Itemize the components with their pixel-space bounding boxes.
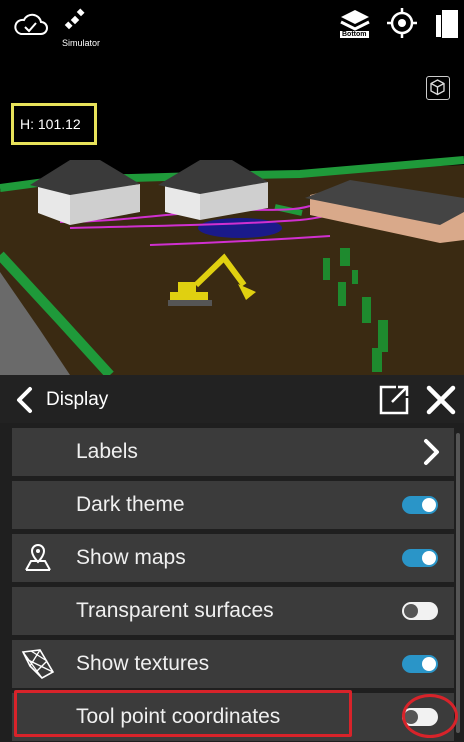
- transparent-surfaces-toggle[interactable]: [402, 602, 438, 620]
- height-readout: H: 101.12: [11, 103, 97, 145]
- labels-row[interactable]: Labels: [12, 428, 454, 476]
- toggle-knob: [422, 498, 436, 512]
- show-textures-row: Show textures: [12, 640, 454, 688]
- panel-header: Display: [0, 375, 464, 423]
- texture-mesh-icon: [21, 649, 55, 679]
- display-panel: Display Labels Dark theme Show maps Tran…: [0, 375, 464, 742]
- view-cube-button[interactable]: [426, 76, 450, 100]
- labels-label: Labels: [76, 440, 138, 463]
- dark-theme-toggle[interactable]: [402, 496, 438, 514]
- toggle-knob: [422, 657, 436, 671]
- close-button[interactable]: [424, 383, 458, 417]
- show-maps-toggle[interactable]: [402, 549, 438, 567]
- highlight-toggle-circle: [402, 694, 458, 738]
- simulator-label: Simulator: [62, 38, 101, 48]
- show-textures-label: Show textures: [76, 652, 210, 675]
- cube-icon: [430, 79, 445, 96]
- toggle-knob: [404, 604, 418, 618]
- panel-title: Display: [46, 389, 109, 410]
- 3d-viewport[interactable]: Simulator Bottom H: 101.12: [0, 0, 464, 375]
- transparent-surfaces-label: Transparent surfaces: [76, 599, 274, 622]
- panels-icon[interactable]: [434, 8, 460, 40]
- site-scene: [0, 156, 464, 375]
- transparent-surfaces-row: Transparent surfaces: [12, 587, 454, 635]
- chevron-right-icon: [424, 439, 439, 465]
- toggle-knob: [422, 551, 436, 565]
- show-textures-toggle[interactable]: [402, 655, 438, 673]
- dark-theme-row: Dark theme: [12, 481, 454, 529]
- highlight-label-box: [14, 690, 352, 737]
- map-pin-icon: [25, 543, 51, 571]
- cloud-check-icon[interactable]: [12, 12, 48, 38]
- show-maps-label: Show maps: [76, 546, 186, 569]
- satellite-icon[interactable]: [64, 8, 86, 34]
- dark-theme-label: Dark theme: [76, 493, 185, 516]
- popout-button[interactable]: [378, 384, 410, 416]
- show-maps-row: Show maps: [12, 534, 454, 582]
- back-button[interactable]: [10, 385, 40, 415]
- height-value: H: 101.12: [20, 116, 81, 132]
- target-icon[interactable]: [386, 7, 418, 39]
- panel-scrollbar[interactable]: [456, 433, 460, 733]
- bottom-badge: Bottom: [340, 31, 369, 38]
